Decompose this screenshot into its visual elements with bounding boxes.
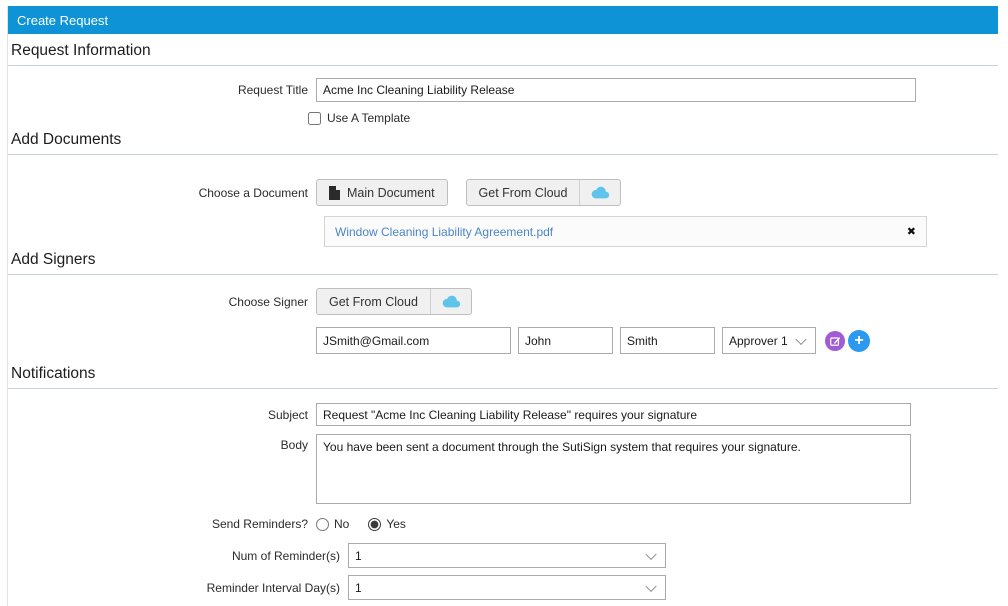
get-from-cloud-signer-label: Get From Cloud xyxy=(329,294,418,309)
body-textarea[interactable]: You have been sent a document through th… xyxy=(316,434,911,504)
signer-last-name-input[interactable] xyxy=(620,327,715,354)
cloud-icon xyxy=(579,180,620,205)
section-add-signers: Add Signers xyxy=(8,249,998,275)
num-of-reminders-select[interactable]: 1 xyxy=(348,543,666,568)
main-document-button[interactable]: Main Document xyxy=(316,179,448,206)
choose-signer-label: Choose Signer xyxy=(228,294,308,309)
edit-signer-icon[interactable] xyxy=(825,330,845,351)
use-a-template-label[interactable]: Use A Template xyxy=(327,111,410,125)
signer-role-select[interactable]: Approver 1 xyxy=(722,327,816,354)
main-document-button-label: Main Document xyxy=(347,185,435,200)
page-title-text: Create Request xyxy=(17,12,109,28)
remove-document-icon[interactable]: ✖ xyxy=(907,225,916,238)
document-icon xyxy=(329,185,340,200)
num-of-reminders-label: Num of Reminder(s) xyxy=(231,548,340,563)
subject-label: Subject xyxy=(267,407,308,422)
plus-glyph: + xyxy=(854,331,864,349)
get-from-cloud-document-button[interactable]: Get From Cloud xyxy=(465,179,622,206)
choose-a-document-label: Choose a Document xyxy=(198,185,308,200)
attached-document-row: Window Cleaning Liability Agreement.pdf … xyxy=(324,216,927,247)
signer-role-select-wrap: Approver 1 xyxy=(722,327,816,354)
request-title-input[interactable] xyxy=(316,78,916,102)
use-a-template-checkbox[interactable] xyxy=(308,111,321,125)
send-reminders-radio-no[interactable] xyxy=(316,517,329,531)
send-reminders-label: Send Reminders? xyxy=(211,517,308,531)
get-from-cloud-document-label: Get From Cloud xyxy=(478,185,568,200)
get-from-cloud-signer-button[interactable]: Get From Cloud xyxy=(316,288,472,315)
cloud-icon xyxy=(429,289,471,314)
send-reminders-no-label[interactable]: No xyxy=(334,517,349,531)
section-request-information: Request Information xyxy=(8,40,998,66)
request-title-label: Request Title xyxy=(237,83,308,97)
send-reminders-radio-group: No Yes xyxy=(316,517,420,531)
num-of-reminders-select-wrap: 1 xyxy=(348,543,666,568)
page-title: Create Request xyxy=(8,6,998,34)
section-notifications: Notifications xyxy=(8,363,998,389)
body-label: Body xyxy=(280,438,308,452)
send-reminders-yes-label[interactable]: Yes xyxy=(386,517,406,531)
reminder-interval-label: Reminder Interval Day(s) xyxy=(206,580,340,595)
signer-email-input[interactable] xyxy=(316,327,511,354)
section-add-documents: Add Documents xyxy=(8,129,998,155)
reminder-interval-select[interactable]: 1 xyxy=(348,575,666,600)
send-reminders-radio-yes[interactable] xyxy=(368,517,382,531)
reminder-interval-select-wrap: 1 xyxy=(348,575,666,600)
attached-document-link[interactable]: Window Cleaning Liability Agreement.pdf xyxy=(335,225,553,239)
create-request-page: Create Request Request Information Reque… xyxy=(7,6,998,606)
subject-input[interactable] xyxy=(316,403,911,426)
signer-first-name-input[interactable] xyxy=(518,327,613,354)
add-signer-icon[interactable]: + xyxy=(848,329,870,352)
